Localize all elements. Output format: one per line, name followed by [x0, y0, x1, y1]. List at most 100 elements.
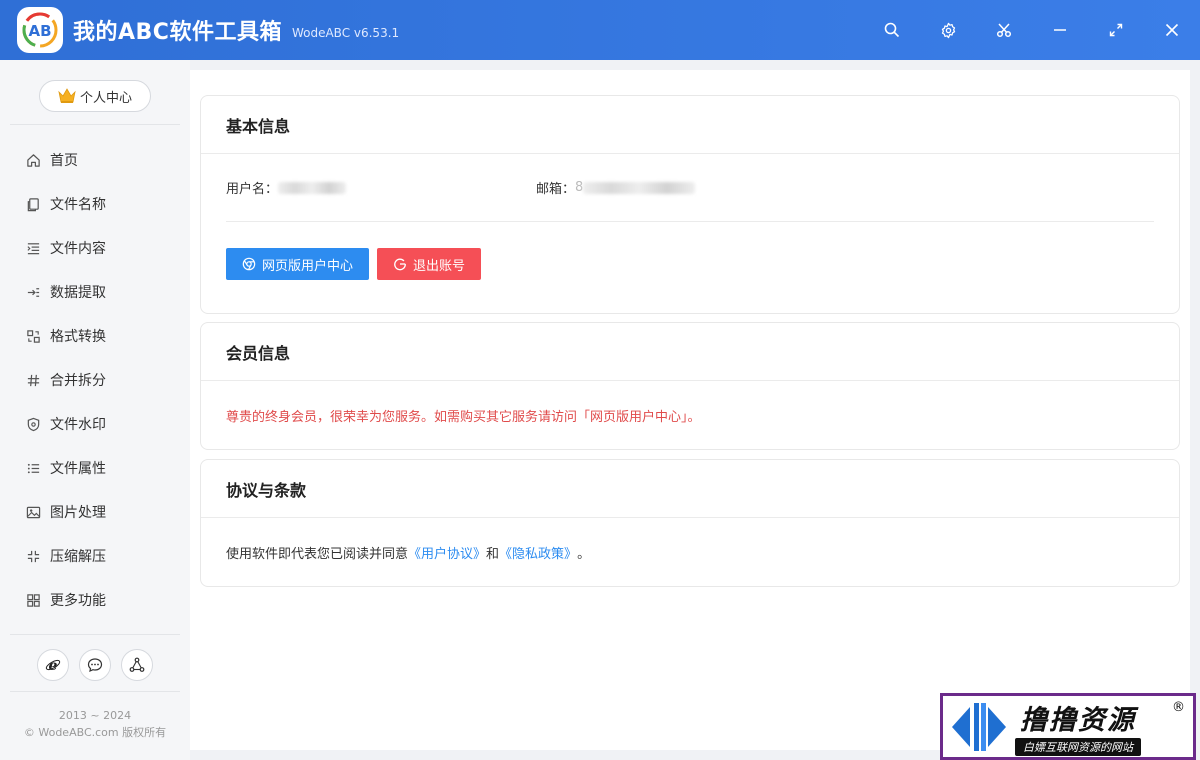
app-version: WodeABC v6.53.1: [291, 26, 400, 40]
email-field: 邮箱： 8: [536, 178, 696, 197]
copyright-years: 2013 ~ 2024: [58, 709, 132, 722]
window-controls: [864, 0, 1200, 60]
logout-label: 退出账号: [413, 258, 466, 274]
sidebar-item-merge-split[interactable]: 合并拆分: [0, 358, 180, 402]
settings-button[interactable]: [920, 0, 976, 60]
sidebar-item-file-watermark[interactable]: 文件水印: [0, 402, 180, 446]
sidebar-item-label: 格式转换: [50, 329, 106, 345]
share-button[interactable]: [121, 649, 153, 681]
user-agreement-link[interactable]: 《用户协议》: [408, 543, 486, 562]
copyright: 2013 ~ 2024 © WodeABC.com 版权所有: [0, 707, 190, 741]
registered-mark: ®: [1172, 700, 1185, 715]
terms-and: 和: [486, 546, 500, 562]
sidebar-divider: [10, 124, 180, 125]
terms-title: 协议与条款: [201, 460, 1179, 518]
terms-prefix: 使用软件即代表您已阅读并同意: [226, 546, 409, 562]
convert-icon: [24, 327, 42, 345]
sidebar-divider: [10, 634, 180, 635]
email-visible-char: 8: [575, 180, 584, 195]
sidebar-item-label: 合并拆分: [50, 373, 106, 389]
chat-icon: [87, 658, 103, 673]
close-icon: [1165, 23, 1179, 37]
sidebar-item-file-properties[interactable]: 文件属性: [0, 446, 180, 490]
maximize-icon: [1109, 23, 1123, 37]
extract-icon: [24, 283, 42, 301]
file-copy-icon: [24, 195, 42, 213]
list-icon: [24, 459, 42, 477]
member-info-title: 会员信息: [201, 323, 1179, 381]
sidebar-item-home[interactable]: 首页: [0, 138, 180, 182]
minimize-button[interactable]: [1032, 0, 1088, 60]
profile-center-button[interactable]: 个人中心: [39, 80, 151, 112]
scissors-icon: [996, 23, 1012, 38]
sidebar-item-label: 文件名称: [50, 197, 106, 213]
main-content: 基本信息 用户名： 邮箱： 8 网页版用户中心 退出账号 会员信息 尊贵的终身会…: [190, 70, 1190, 750]
ie-browser-icon: e: [45, 658, 61, 673]
chrome-icon: [242, 257, 256, 271]
gear-icon: [941, 22, 955, 38]
username-value-redacted: [278, 181, 347, 194]
sidebar-item-image-processing[interactable]: 图片处理: [0, 490, 180, 534]
share-icon: [129, 657, 145, 672]
logout-icon: [393, 257, 407, 271]
site-watermark: 撸撸资源 白嫖互联网资源的网站 ®: [940, 693, 1196, 760]
watermark-title: 撸撸资源: [1020, 704, 1136, 736]
email-label: 邮箱：: [536, 182, 576, 197]
web-user-center-button[interactable]: 网页版用户中心: [226, 248, 370, 280]
sidebar-item-label: 文件水印: [50, 417, 106, 433]
web-user-center-label: 网页版用户中心: [262, 258, 354, 274]
username-label: 用户名：: [226, 182, 279, 197]
sidebar-item-label: 更多功能: [50, 593, 106, 609]
sidebar: 个人中心 首页 文件名称 文件内容 数据提取 格式转换 合并拆分 文件水印 文件…: [0, 60, 190, 760]
svg-text:AB: AB: [28, 22, 51, 40]
basic-info-title: 基本信息: [201, 96, 1179, 154]
profile-center-label: 个人中心: [79, 90, 132, 106]
search-icon: [884, 22, 900, 38]
logout-button[interactable]: 退出账号: [377, 248, 482, 280]
feedback-button[interactable]: [79, 649, 111, 681]
grid-icon: [24, 591, 42, 609]
sidebar-nav: 首页 文件名称 文件内容 数据提取 格式转换 合并拆分 文件水印 文件属性 图片…: [0, 138, 180, 622]
shield-icon: [24, 415, 42, 433]
privacy-policy-link[interactable]: 《隐私政策》: [499, 543, 577, 562]
email-value-redacted: [583, 181, 696, 194]
app-logo: AB: [17, 7, 63, 53]
copyright-owner: © WodeABC.com 版权所有: [23, 726, 167, 739]
sidebar-item-label: 图片处理: [50, 505, 106, 521]
member-info-card: 会员信息 尊贵的终身会员，很荣幸为您服务。如需购买其它服务请访问「网页版用户中心…: [200, 322, 1180, 450]
sidebar-item-file-name[interactable]: 文件名称: [0, 182, 180, 226]
close-button[interactable]: [1144, 0, 1200, 60]
sidebar-item-label: 文件内容: [50, 241, 106, 257]
sidebar-item-compress[interactable]: 压缩解压: [0, 534, 180, 578]
sidebar-item-label: 数据提取: [50, 285, 106, 301]
maximize-button[interactable]: [1088, 0, 1144, 60]
sidebar-divider: [10, 691, 180, 692]
minimize-icon: [1054, 29, 1066, 31]
watermark-subtitle: 白嫖互联网资源的网站: [1015, 737, 1141, 756]
app-title: 我的ABC软件工具箱: [73, 20, 282, 45]
sidebar-item-data-extract[interactable]: 数据提取: [0, 270, 180, 314]
terms-card: 协议与条款 使用软件即代表您已阅读并同意 《用户协议》 和 《隐私政策》 。: [200, 459, 1180, 587]
sidebar-item-format-convert[interactable]: 格式转换: [0, 314, 180, 358]
account-actions: 网页版用户中心 退出账号: [226, 222, 1154, 306]
terms-message: 使用软件即代表您已阅读并同意 《用户协议》 和 《隐私政策》 。: [226, 518, 1154, 586]
crown-icon: [58, 88, 76, 104]
watermark-text: 撸撸资源 白嫖互联网资源的网站: [1015, 698, 1141, 756]
sidebar-item-file-content[interactable]: 文件内容: [0, 226, 180, 270]
screenshot-button[interactable]: [976, 0, 1032, 60]
title-bar: AB 我的ABC软件工具箱 WodeABC v6.53.1: [0, 0, 1200, 60]
basic-info-card: 基本信息 用户名： 邮箱： 8 网页版用户中心 退出账号: [200, 95, 1180, 314]
list-indent-icon: [24, 239, 42, 257]
website-button[interactable]: e: [37, 649, 69, 681]
compress-icon: [24, 547, 42, 565]
search-button[interactable]: [864, 0, 920, 60]
username-field: 用户名：: [226, 178, 536, 197]
watermark-logo-icon: [943, 696, 1015, 757]
hash-icon: [24, 371, 42, 389]
sidebar-item-label: 文件属性: [50, 461, 106, 477]
sidebar-bottom-icons: e: [0, 649, 190, 681]
terms-suffix: 。: [577, 546, 591, 562]
sidebar-item-more[interactable]: 更多功能: [0, 578, 180, 622]
image-icon: [24, 503, 42, 521]
sidebar-item-label: 压缩解压: [50, 549, 106, 565]
